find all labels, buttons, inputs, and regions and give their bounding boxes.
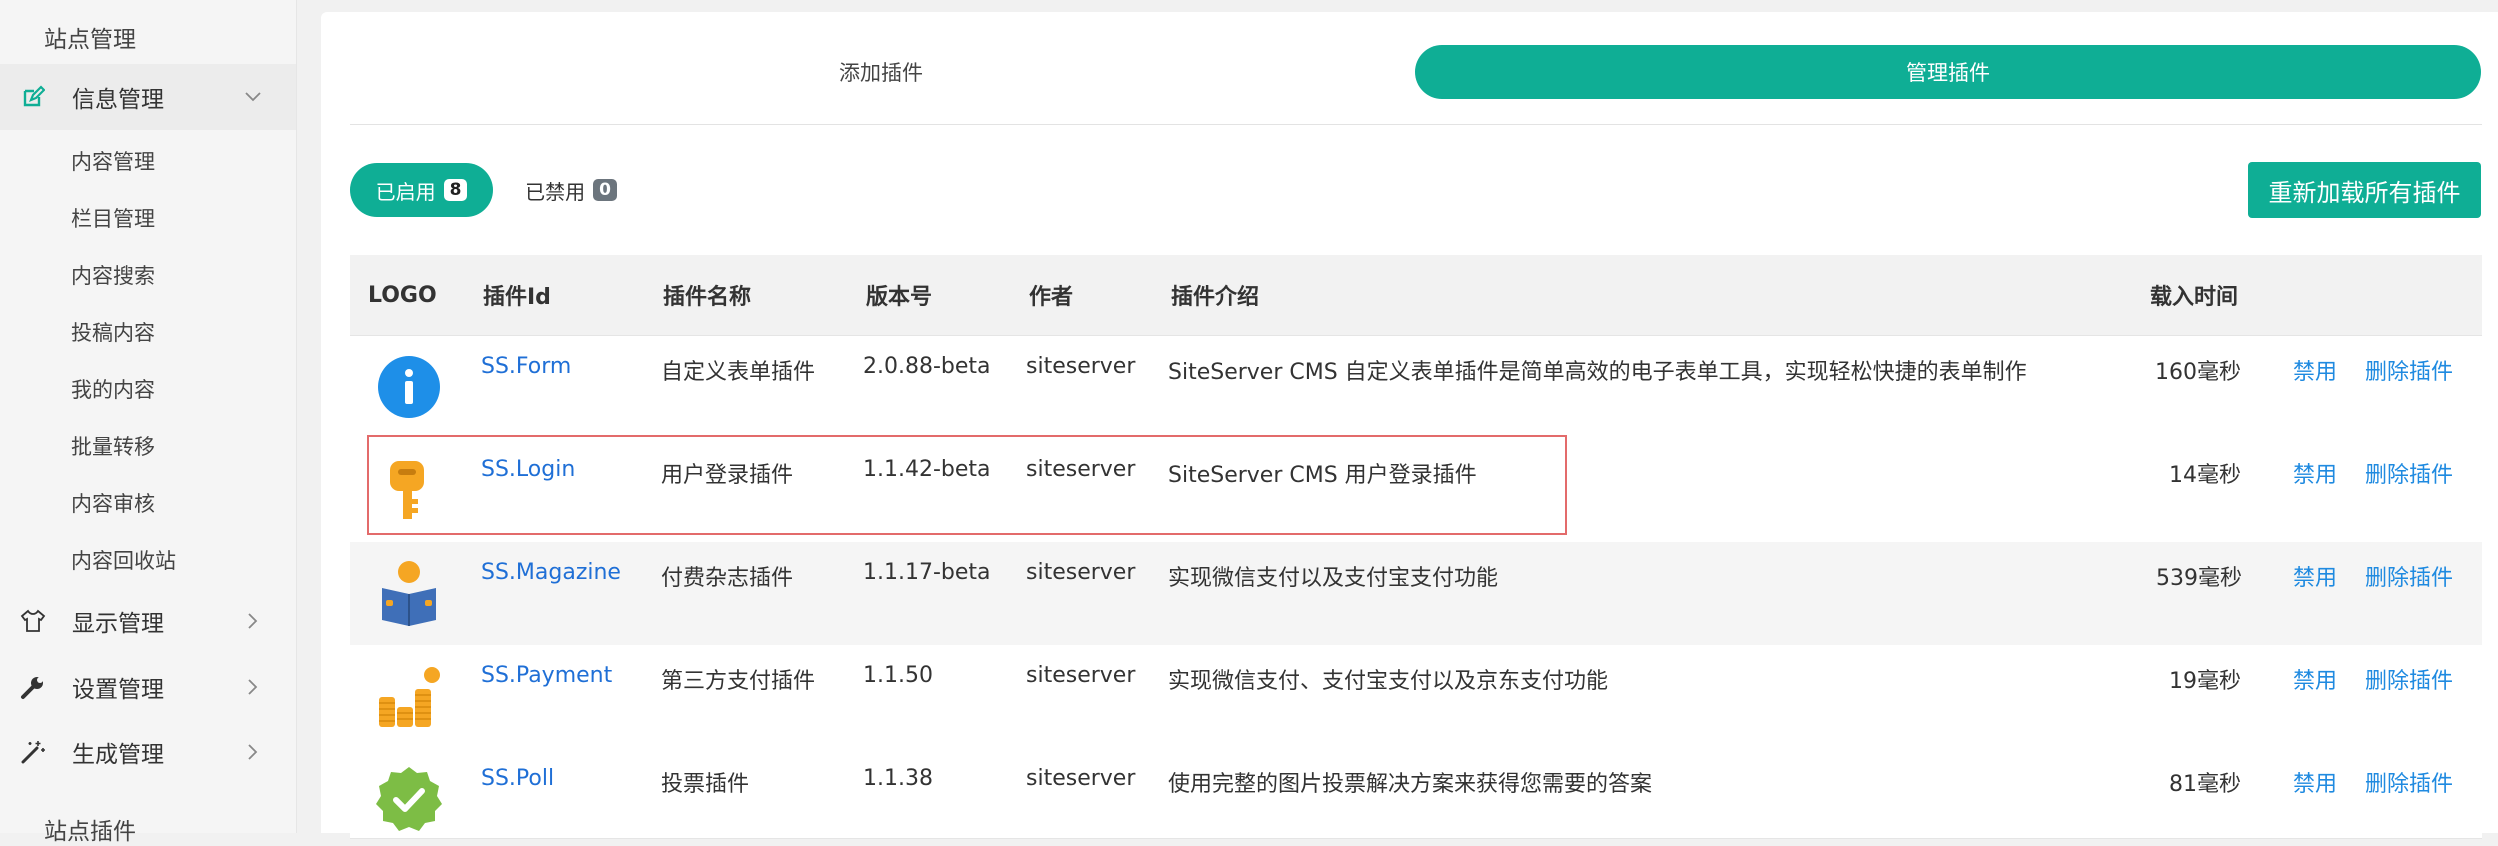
plugin-version: 2.0.88-beta — [863, 354, 991, 379]
filter-enabled[interactable]: 已启用 8 — [350, 163, 493, 217]
table-row: SS.Payment 第三方支付插件 1.1.50 siteserver 实现微… — [350, 645, 2482, 749]
tab-add-plugin[interactable]: 添加插件 — [321, 46, 1441, 98]
sidebar-item-submissions[interactable]: 投稿内容 — [71, 317, 155, 347]
plugin-id-link[interactable]: SS.Poll — [481, 766, 554, 791]
plugin-load-time: 14毫秒 — [2169, 463, 2241, 488]
plugin-description: 实现微信支付以及支付宝支付功能 — [1168, 566, 1499, 591]
delete-plugin-link[interactable]: 删除插件 — [2365, 560, 2453, 592]
plugin-description: SiteServer CMS 自定义表单插件是简单高效的电子表单工具，实现轻松快… — [1168, 360, 2027, 385]
table-row: SS.Poll 投票插件 1.1.38 siteserver 使用完整的图片投票… — [350, 748, 2482, 839]
reader-icon — [374, 558, 444, 628]
wrench-icon — [18, 672, 48, 702]
table-row: SS.Form 自定义表单插件 2.0.88-beta siteserver S… — [350, 336, 2482, 440]
disabled-count-badge: 0 — [593, 179, 617, 201]
plugin-id-link[interactable]: SS.Form — [481, 354, 571, 379]
sidebar: 站点管理 信息管理 内容管理 栏目管理 内容搜索 投稿内容 我的内容 批量转移 … — [0, 0, 297, 845]
sidebar-item-recycle-bin[interactable]: 内容回收站 — [71, 545, 176, 575]
sidebar-group-info-manage[interactable]: 信息管理 — [0, 64, 296, 130]
col-load-time: 载入时间 — [2150, 285, 2239, 310]
plugin-author: siteserver — [1026, 560, 1136, 585]
col-description: 插件介绍 — [1171, 285, 1260, 310]
plugin-version: 1.1.38 — [863, 766, 933, 791]
sidebar-section-site-plugins[interactable]: 站点插件 — [44, 812, 136, 846]
filter-disabled[interactable]: 已禁用 0 — [496, 163, 646, 217]
plugin-load-time: 19毫秒 — [2169, 669, 2241, 694]
sidebar-item-my-content[interactable]: 我的内容 — [71, 374, 155, 404]
plugin-name: 第三方支付插件 — [661, 669, 816, 694]
col-logo: LOGO — [368, 282, 437, 308]
plugin-version: 1.1.17-beta — [863, 560, 991, 585]
plugin-description: 使用完整的图片投票解决方案来获得您需要的答案 — [1168, 772, 1653, 797]
sidebar-group-label: 显示管理 — [72, 611, 164, 637]
reload-all-plugins-button[interactable]: 重新加载所有插件 — [2248, 162, 2481, 218]
main-panel: 添加插件 管理插件 已启用 8 已禁用 0 重新加载所有插件 LOGO 插件Id… — [321, 12, 2498, 839]
sidebar-item-channel-manage[interactable]: 栏目管理 — [71, 203, 155, 233]
plugin-author: siteserver — [1026, 766, 1136, 791]
filter-disabled-label: 已禁用 — [525, 179, 586, 204]
enabled-count-badge: 8 — [443, 179, 468, 201]
col-version: 版本号 — [866, 285, 933, 310]
delete-plugin-link[interactable]: 删除插件 — [2365, 766, 2453, 798]
plugin-id-link[interactable]: SS.Payment — [481, 663, 612, 688]
sidebar-group-settings-manage[interactable]: 设置管理 — [0, 654, 296, 720]
plugin-load-time: 160毫秒 — [2155, 360, 2241, 385]
plugin-name: 付费杂志插件 — [661, 566, 794, 591]
plugin-load-time: 81毫秒 — [2169, 772, 2241, 797]
sidebar-group-display-manage[interactable]: 显示管理 — [0, 588, 296, 654]
coins-icon — [374, 661, 444, 731]
info-icon — [374, 352, 444, 422]
check-badge-icon — [374, 764, 444, 834]
sidebar-group-label: 设置管理 — [72, 677, 164, 703]
table-header: LOGO 插件Id 插件名称 版本号 作者 插件介绍 载入时间 — [350, 255, 2482, 336]
disable-link[interactable]: 禁用 — [2293, 766, 2337, 798]
delete-plugin-link[interactable]: 删除插件 — [2365, 663, 2453, 695]
disable-link[interactable]: 禁用 — [2293, 354, 2337, 386]
disable-link[interactable]: 禁用 — [2293, 457, 2337, 489]
chevron-down-icon — [244, 88, 262, 106]
tab-manage-plugin[interactable]: 管理插件 — [1415, 45, 2481, 99]
sidebar-item-batch-move[interactable]: 批量转移 — [71, 431, 155, 461]
sidebar-group-label: 信息管理 — [72, 87, 164, 113]
plugin-name: 投票插件 — [661, 772, 750, 797]
delete-plugin-link[interactable]: 删除插件 — [2365, 457, 2453, 489]
delete-plugin-link[interactable]: 删除插件 — [2365, 354, 2453, 386]
disable-link[interactable]: 禁用 — [2293, 560, 2337, 592]
col-plugin-name: 插件名称 — [663, 285, 752, 310]
plugin-description: 实现微信支付、支付宝支付以及京东支付功能 — [1168, 669, 1609, 694]
highlight-box — [367, 435, 1567, 535]
chevron-right-icon — [244, 678, 262, 696]
sidebar-item-content-search[interactable]: 内容搜索 — [71, 260, 155, 290]
col-plugin-id: 插件Id — [483, 285, 551, 310]
filter-enabled-label: 已启用 — [375, 179, 436, 204]
sidebar-group-generate-manage[interactable]: 生成管理 — [0, 719, 296, 785]
col-author: 作者 — [1029, 285, 1074, 310]
tshirt-icon — [18, 606, 48, 636]
edit-icon — [18, 82, 48, 112]
plugin-name: 自定义表单插件 — [661, 360, 816, 385]
sidebar-item-content-manage[interactable]: 内容管理 — [71, 146, 155, 176]
plugin-author: siteserver — [1026, 663, 1136, 688]
sidebar-item-content-review[interactable]: 内容审核 — [71, 488, 155, 518]
sidebar-group-label: 生成管理 — [72, 742, 164, 768]
plugin-id-link[interactable]: SS.Magazine — [481, 560, 621, 585]
chevron-right-icon — [244, 743, 262, 761]
table-row: SS.Magazine 付费杂志插件 1.1.17-beta siteserve… — [350, 542, 2482, 646]
divider — [350, 124, 2482, 125]
chevron-right-icon — [244, 612, 262, 630]
disable-link[interactable]: 禁用 — [2293, 663, 2337, 695]
plugin-version: 1.1.50 — [863, 663, 933, 688]
magic-wand-icon — [18, 737, 48, 767]
plugin-load-time: 539毫秒 — [2156, 566, 2242, 591]
sidebar-section-site-manage[interactable]: 站点管理 — [44, 20, 136, 54]
plugin-author: siteserver — [1026, 354, 1136, 379]
